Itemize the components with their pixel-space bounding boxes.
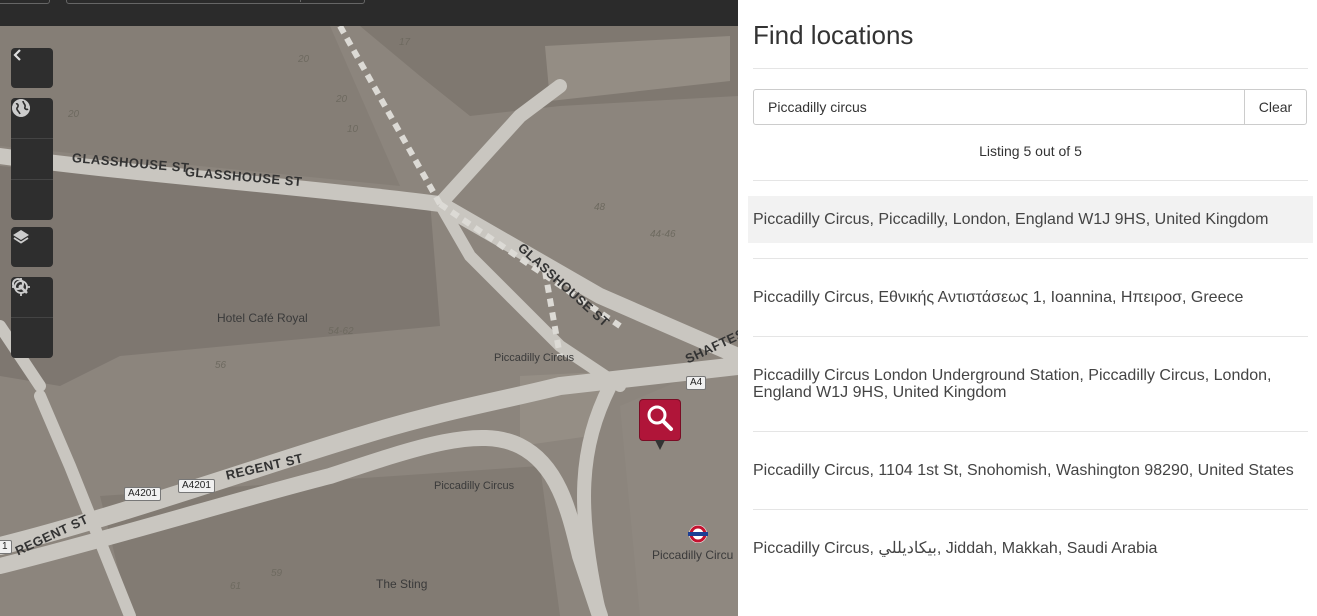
toolbar-input-fragment[interactable] [66,0,365,4]
toolbar-divider [300,0,301,2]
house-number: 20 [336,94,348,105]
poi-label-piccadilly-circus-station: Piccadilly Circu [652,548,734,562]
divider [753,68,1308,69]
result-item[interactable]: Piccadilly Circus London Underground Sta… [748,352,1313,416]
result-item[interactable]: Piccadilly Circus, 1104 1st St, Snohomis… [748,447,1313,494]
find-locations-panel: Find locations Clear Listing 5 out of 5 … [738,0,1317,616]
house-number: 48 [594,202,606,213]
zoom-out-button[interactable] [11,99,53,179]
toolbar-button-fragment[interactable] [0,0,50,4]
divider [753,509,1308,510]
road-shield-fragment: 1 [0,540,12,554]
search-icon [645,403,675,438]
world-view-button[interactable] [11,99,53,220]
house-number: 17 [399,37,411,48]
road-shield-a4: A4 [686,376,707,390]
locate-search-group [11,277,53,358]
poi-label-piccadilly-circus: Piccadilly Circus [434,480,515,492]
result-item[interactable]: Piccadilly Circus, Εθνικής Αντιστάσεως 1… [748,274,1313,321]
result-item[interactable]: Piccadilly Circus, Piccadilly, London, E… [748,196,1313,243]
house-number: 10 [347,124,359,135]
search-input[interactable] [754,90,1244,124]
panel-title: Find locations [753,20,914,50]
layers-button[interactable] [11,227,53,267]
search-button[interactable] [11,278,53,358]
divider [753,258,1308,259]
poi-label-the-sting: The Sting [376,577,428,591]
divider [753,431,1308,432]
poi-label-hotel-cafe-royal: Hotel Café Royal [217,311,308,325]
marker-pointer [655,440,665,450]
house-number: 59 [271,568,283,579]
house-number: 20 [68,109,80,120]
house-number: 20 [298,54,310,65]
clear-button[interactable]: Clear [1244,90,1306,124]
collapse-button[interactable] [11,48,53,88]
result-item[interactable]: Piccadilly Circus, بيكاديللي, Jiddah, Ma… [748,525,1313,572]
map-canvas[interactable]: GLASSHOUSE ST GLASSHOUSE ST GLASSHOUSE S… [0,26,738,616]
house-number: 54-62 [328,326,354,337]
road-shield-a4201: A4201 [124,487,161,501]
top-toolbar [0,0,738,26]
zoom-control-group [11,98,53,220]
house-number: 56 [215,360,227,371]
house-number: 44-46 [650,229,676,240]
result-count: Listing 5 out of 5 [979,143,1082,159]
house-number: 61 [230,581,242,592]
map-roads [0,26,738,616]
poi-label-piccadilly-circus: Piccadilly Circus [494,352,575,364]
divider [753,336,1308,337]
search-result-marker[interactable] [640,400,680,440]
divider [753,180,1308,181]
collapse-panel-control [11,48,53,88]
search-box: Clear [753,89,1307,125]
layers-control [11,227,53,267]
road-shield-a4201: A4201 [178,479,215,493]
